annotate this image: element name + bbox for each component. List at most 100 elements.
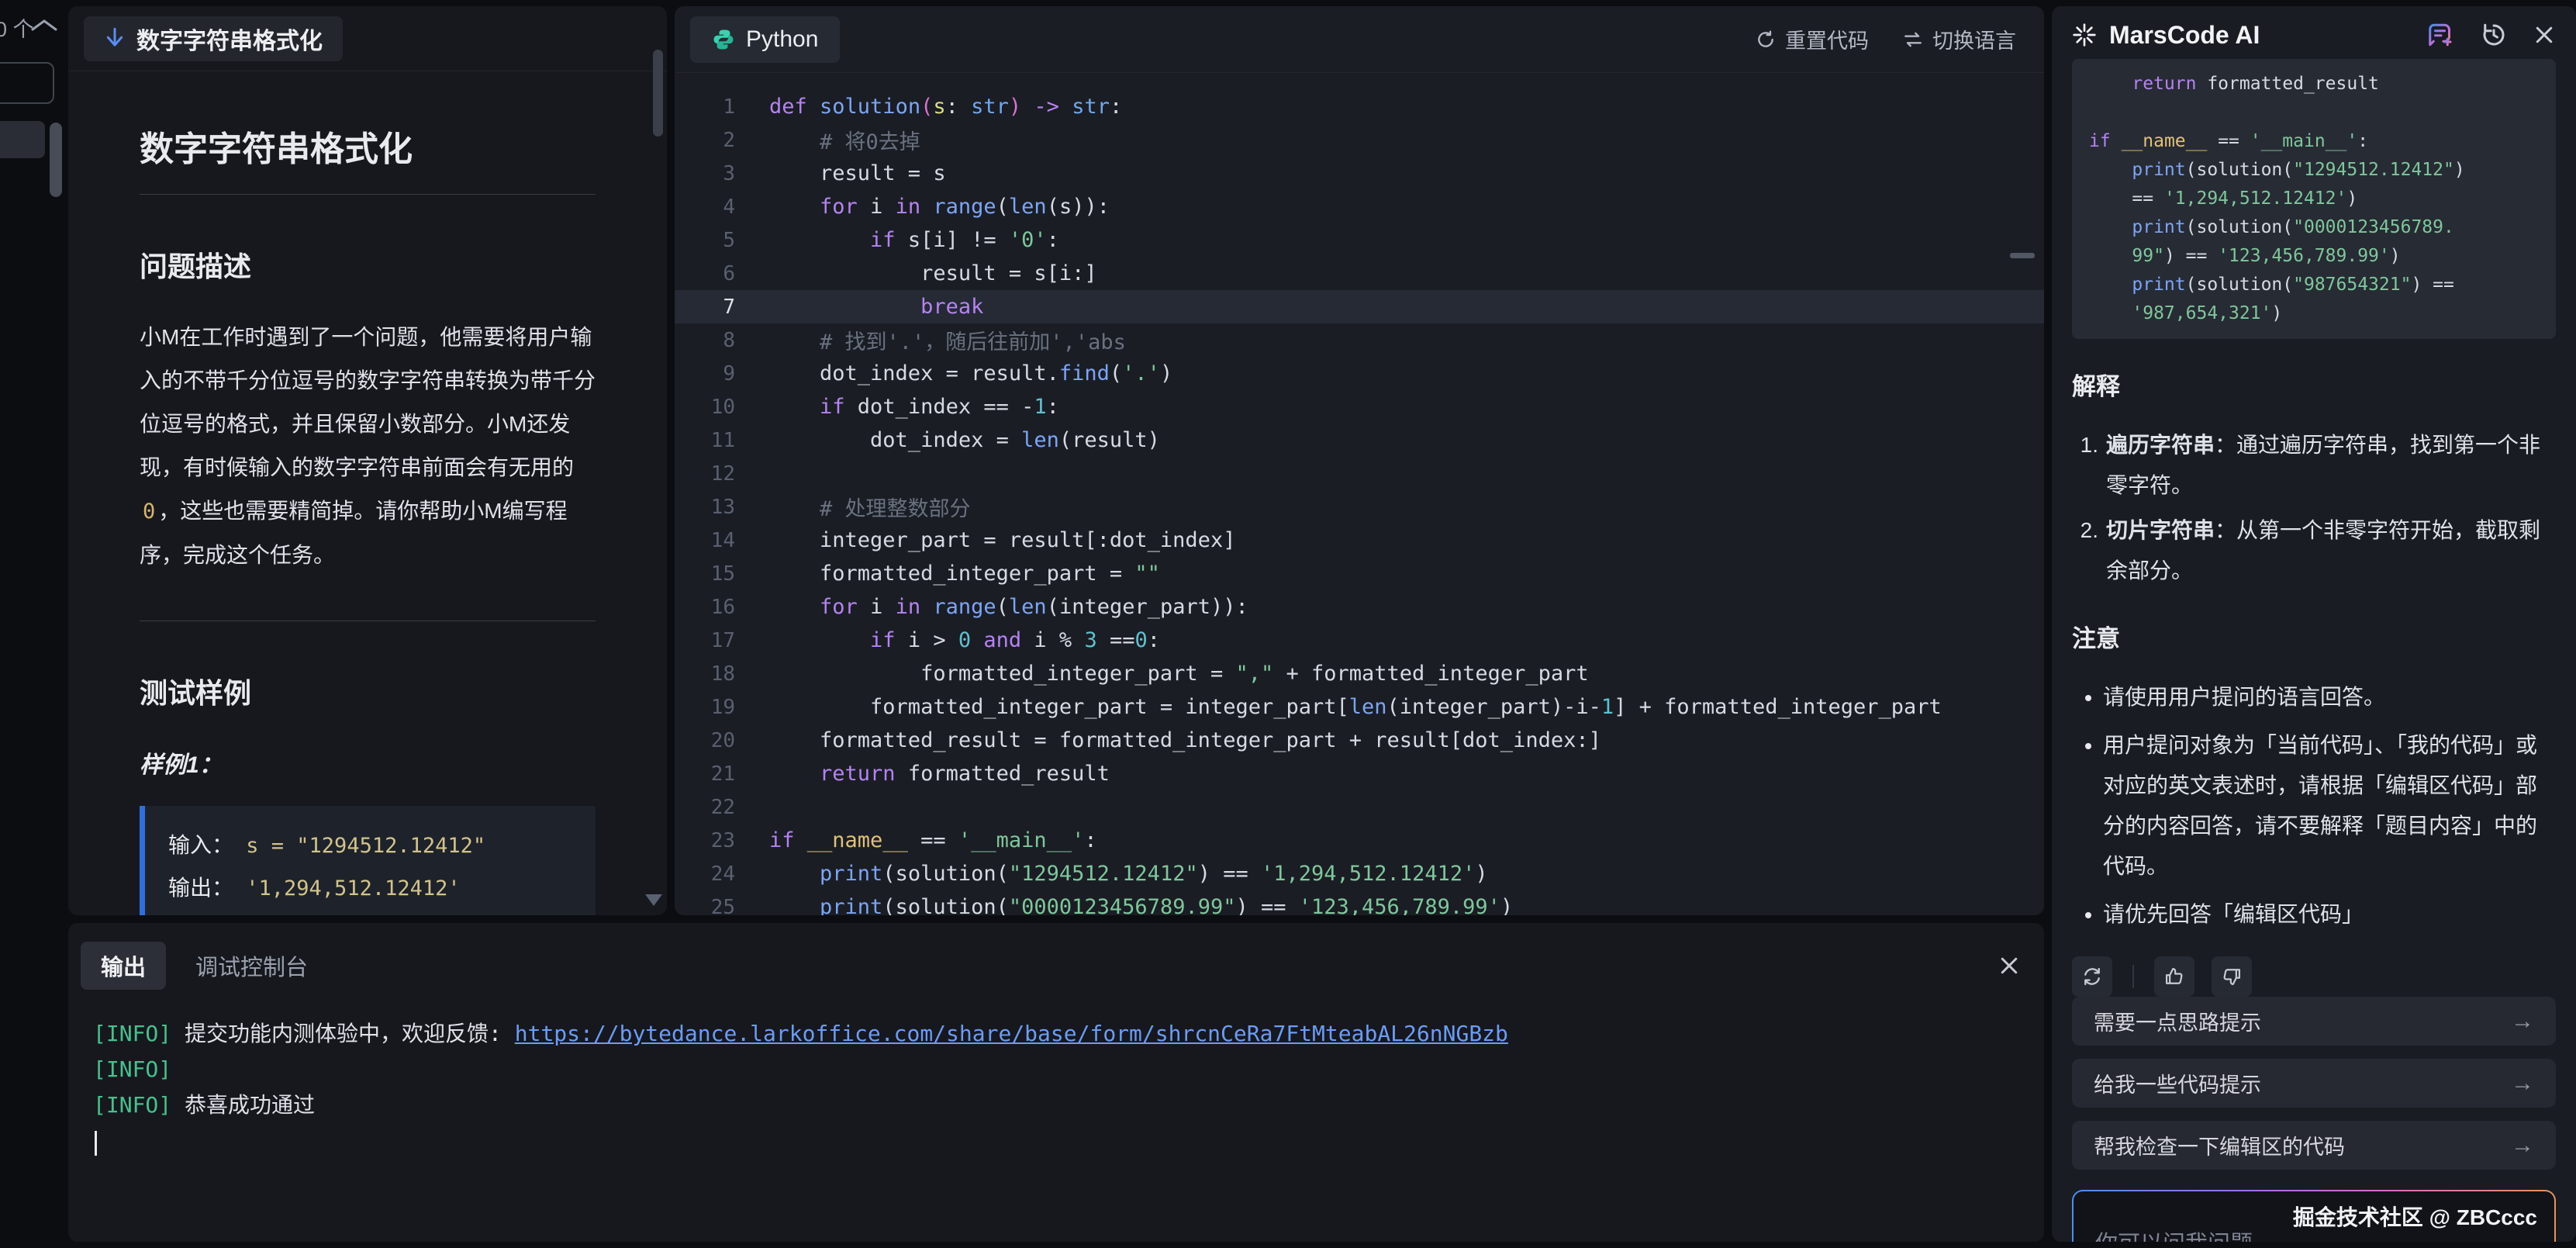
code-token: (solution(: [882, 895, 1009, 915]
code-line[interactable]: 6 result = s[i:]: [675, 257, 2044, 290]
line-number: 13: [675, 496, 735, 519]
code-line[interactable]: 19 formatted_integer_part = integer_part…: [675, 690, 2044, 724]
new-chat-icon[interactable]: [2427, 21, 2455, 49]
editor-tab-label: Python: [746, 26, 818, 53]
problem-tab[interactable]: 数字字符串格式化: [84, 16, 343, 61]
code-token: '.': [1122, 361, 1160, 385]
code-token: [769, 395, 820, 419]
problem-scrollbar-thumb[interactable]: [653, 50, 663, 137]
code-token: ->: [1021, 95, 1072, 119]
code-token: 0: [958, 628, 971, 652]
console-header: 输出 调试控制台: [81, 942, 2021, 990]
code-token: result = s: [769, 161, 946, 185]
tab-output[interactable]: 输出: [81, 942, 166, 990]
code-token: [971, 628, 983, 652]
samples-container: 样例1：输入： s = "1294512.12412"输出： '1,294,51…: [140, 745, 596, 915]
code-line[interactable]: 9 dot_index = result.find('.'): [675, 357, 2044, 390]
rail-item-outline[interactable]: [0, 62, 54, 104]
code-line[interactable]: 15 formatted_integer_part = "": [675, 557, 2044, 590]
sample-label: 样例1：: [140, 745, 596, 780]
code-token: "0000123456789.: [2293, 217, 2454, 237]
code-line[interactable]: 16 for i in range(len(integer_part)):: [675, 590, 2044, 624]
code-line-text: if __name__ == '__main__':: [769, 828, 1097, 852]
chevron-up-icon[interactable]: [31, 19, 57, 31]
code-token: if: [820, 395, 845, 419]
feedback-link[interactable]: https://bytedance.larkoffice.com/share/b…: [515, 1021, 1508, 1046]
code-line[interactable]: 21 return formatted_result: [675, 757, 2044, 790]
code-token: dot_index = result.: [769, 361, 1059, 385]
switch-language-button[interactable]: 切换语言: [1903, 24, 2016, 54]
code-line[interactable]: 24 print(solution("1294512.12412") == '1…: [675, 857, 2044, 890]
console-log-line: [INFO] 提交功能内测体验中，欢迎反馈: https://bytedance…: [93, 1016, 2021, 1052]
close-icon[interactable]: [2533, 23, 2556, 47]
history-icon[interactable]: [2480, 21, 2508, 49]
code-token: (solution(: [882, 862, 1009, 886]
code-line[interactable]: 20 formatted_result = formatted_integer_…: [675, 724, 2044, 757]
code-token: ) ==: [2411, 275, 2464, 295]
console-cursor: [95, 1131, 97, 1156]
io-code: '1,294,512.12412': [233, 876, 461, 901]
ai-question-input[interactable]: 你可以问我问题 掘金技术社区 @ ZBCccc: [2074, 1191, 2554, 1242]
line-number: 9: [675, 362, 735, 385]
code-line-text: def solution(s: str) -> str:: [769, 95, 1122, 119]
code-line[interactable]: 3 result = s: [675, 157, 2044, 190]
code-token: [769, 862, 820, 886]
code-line[interactable]: 10 if dot_index == -1:: [675, 390, 2044, 423]
code-editor[interactable]: 1def solution(s: str) -> str:2 # 将0去掉3 r…: [675, 73, 2044, 915]
rail-scrollbar-thumb[interactable]: [50, 123, 62, 197]
suggestion-button[interactable]: 帮我检查一下编辑区的代码→: [2072, 1121, 2556, 1170]
code-token: [795, 828, 807, 852]
code-token: s: [933, 95, 945, 119]
code-line[interactable]: 5 if s[i] != '0':: [675, 223, 2044, 257]
code-line[interactable]: 7 break: [675, 290, 2044, 323]
code-line-text: formatted_integer_part = integer_part[le…: [769, 695, 1942, 719]
editor-tabbar: Python 重置代码 切换语言: [675, 6, 2044, 73]
rail-item-filled[interactable]: [0, 121, 45, 158]
switch-language-label: 切换语言: [1932, 24, 2016, 54]
code-token: (solution(: [2186, 275, 2293, 295]
code-line[interactable]: 18 formatted_integer_part = "," + format…: [675, 657, 2044, 690]
reset-code-label: 重置代码: [1785, 24, 1869, 54]
editor-language-tab[interactable]: Python: [690, 16, 840, 63]
line-number: 5: [675, 229, 735, 252]
code-token: in: [896, 595, 921, 619]
code-line[interactable]: 1def solution(s: str) -> str:: [675, 90, 2044, 123]
description-text: 小M在工作时遇到了一个问题，他需要将用户输入的不带千分位逗号的数字字符串转换为带…: [140, 325, 596, 479]
code-line[interactable]: 25 print(solution("0000123456789.99") ==…: [675, 890, 2044, 915]
code-line[interactable]: 11 dot_index = len(result): [675, 423, 2044, 457]
code-line[interactable]: 12: [675, 457, 2044, 490]
console-close-icon[interactable]: [1998, 954, 2021, 977]
note-item: 请优先回答「编辑区代码」: [2103, 894, 2556, 935]
code-line[interactable]: 22: [675, 790, 2044, 824]
code-line[interactable]: 13 # 处理整数部分: [675, 490, 2044, 524]
explain-item-number: 1.: [2072, 425, 2106, 506]
code-token: len: [1009, 195, 1047, 219]
code-line-text: formatted_integer_part = "": [769, 562, 1160, 586]
code-line[interactable]: 14 integer_part = result[:dot_index]: [675, 524, 2044, 557]
code-token: dot_index =: [769, 428, 1021, 452]
code-token: for: [820, 595, 858, 619]
code-token: [769, 228, 870, 252]
suggestion-button[interactable]: 需要一点思路提示→: [2072, 997, 2556, 1046]
code-line[interactable]: 2 # 将0去掉: [675, 123, 2044, 157]
code-line[interactable]: 8 # 找到'.'，随后往前加','abs: [675, 323, 2044, 357]
reset-code-button[interactable]: 重置代码: [1756, 24, 1869, 54]
tab-debug-console[interactable]: 调试控制台: [195, 949, 308, 982]
code-token: for: [820, 195, 858, 219]
suggestion-button[interactable]: 给我一些代码提示→: [2072, 1059, 2556, 1108]
regenerate-button[interactable]: [2072, 956, 2112, 997]
code-line[interactable]: 17 if i > 0 and i % 3 ==0:: [675, 624, 2044, 657]
code-token: i: [858, 595, 896, 619]
io-label: 输出：: [168, 876, 233, 900]
thumbs-up-button[interactable]: [2154, 956, 2194, 997]
code-token: :: [1148, 628, 1160, 652]
code-line-text: result = s[i:]: [769, 261, 1097, 285]
thumbs-down-button[interactable]: [2212, 956, 2252, 997]
code-line[interactable]: 23if __name__ == '__main__':: [675, 824, 2044, 857]
code-line[interactable]: 4 for i in range(len(s)):: [675, 190, 2044, 223]
code-token: ) ==: [1235, 895, 1298, 915]
editor-scrollbar-thumb[interactable]: [2010, 253, 2035, 258]
scroll-down-arrow-icon[interactable]: [645, 894, 662, 906]
code-token: # 找到'.'，随后往前加','abs: [769, 330, 1126, 354]
code-token: [769, 628, 870, 652]
